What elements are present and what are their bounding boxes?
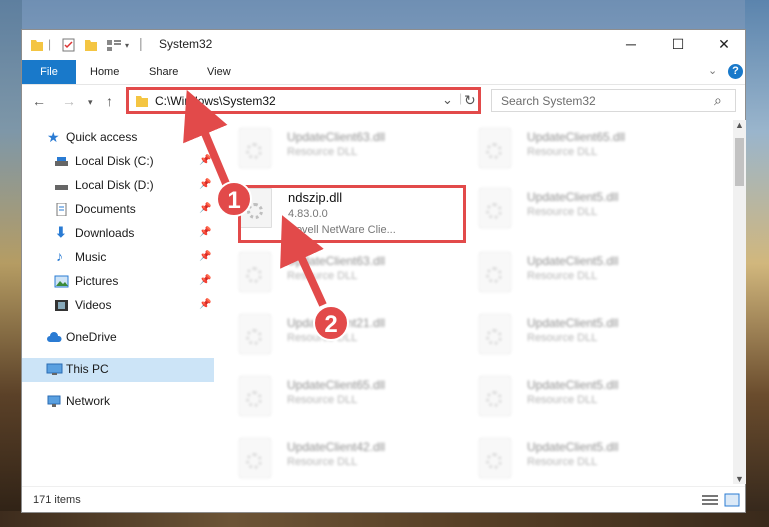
annotation-arrows (183, 89, 327, 307)
arrow-to-address-bar (183, 89, 231, 188)
step-badge-2: 2 (313, 305, 349, 341)
step-badge-1: 1 (216, 181, 252, 217)
arrow-to-file (280, 215, 327, 307)
